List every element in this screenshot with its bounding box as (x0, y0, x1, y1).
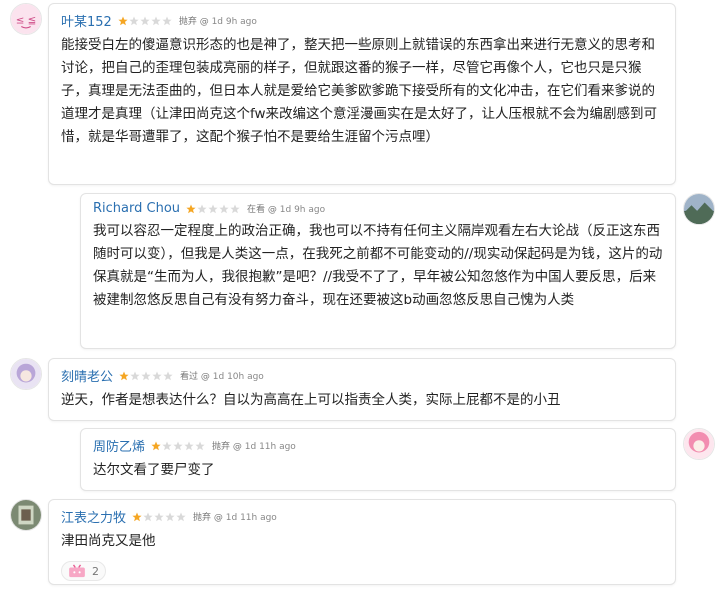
avatar[interactable] (683, 428, 715, 460)
reply-card: Richard Chou 在看 @ 1d 9h ago 我可以容忍一定程度上的政… (80, 193, 676, 349)
watch-status: 看过 (180, 372, 199, 382)
star-icon (154, 512, 164, 521)
username-link[interactable]: 刻晴老公 (61, 366, 113, 385)
avatar[interactable] (10, 358, 42, 390)
pink-face-avatar-icon: ≤ ≦ (11, 4, 41, 34)
timestamp: 1d 9h ago (211, 17, 257, 27)
watch-status: 抛弃 (212, 442, 231, 452)
star-icon (143, 512, 153, 521)
watch-status: 抛弃 (193, 513, 212, 523)
star-icon (151, 16, 161, 25)
star-icon (119, 371, 129, 380)
comment-text: 津田尚克又是他 (61, 533, 156, 549)
star-icon (208, 204, 218, 213)
reaction-count: 2 (92, 564, 99, 578)
star-icon (140, 16, 150, 25)
comment-text: 逆天，作者是想表达什么？自以为高高在上可以指责全人类，实际上屁都不是的小丑 (61, 392, 561, 408)
bilibili-tv-icon (69, 564, 85, 578)
comment-card: 江表之力牧 抛弃 @ 1d 11h ago 津田尚克又是他 2 (48, 499, 676, 585)
pink-hair-avatar-icon (684, 429, 714, 459)
star-icon (130, 371, 140, 380)
star-icon (162, 16, 172, 25)
avatar[interactable] (683, 193, 715, 225)
username-link[interactable]: Richard Chou (93, 201, 180, 216)
star-icon (219, 204, 229, 213)
star-icon (173, 441, 183, 450)
comment-text: 我可以容忍一定程度上的政治正确，我也可以不持有任何主义隔岸观看左右大论战（反正这… (93, 223, 663, 308)
star-icon (197, 204, 207, 213)
username-link[interactable]: 叶某152 (61, 11, 112, 30)
star-icon (165, 512, 175, 521)
timestamp: 1d 9h ago (279, 205, 326, 215)
star-icon (162, 441, 172, 450)
star-icon (152, 371, 162, 380)
star-icon (195, 441, 205, 450)
timestamp: 1d 11h ago (225, 513, 277, 523)
star-icon (163, 371, 173, 380)
star-icon (186, 204, 196, 213)
star-icon (184, 441, 194, 450)
rating-stars (186, 204, 241, 214)
watch-status: 抛弃 (178, 17, 197, 27)
timestamp: 1d 11h ago (244, 442, 296, 452)
avatar[interactable] (10, 499, 42, 531)
comment-text: 能接受白左的傻逼意识形态的也是神了，整天把一些原则上就错误的东西拿出来进行无意义… (61, 37, 658, 145)
comment-card: 刻晴老公 看过 @ 1d 10h ago 逆天，作者是想表达什么？自以为高高在上… (48, 358, 676, 421)
star-icon (129, 16, 139, 25)
reaction-button[interactable]: 2 (61, 561, 106, 581)
username-link[interactable]: 周防乙烯 (93, 436, 145, 455)
watch-status: 在看 (247, 205, 266, 215)
comment-text: 达尔文看了要尸变了 (93, 462, 215, 478)
rating-stars (118, 16, 173, 26)
rating-stars (151, 441, 206, 451)
rating-stars (119, 371, 174, 381)
rating-stars (132, 512, 187, 522)
username-link[interactable]: 江表之力牧 (61, 507, 126, 526)
anime-girl-avatar-icon (11, 359, 41, 389)
star-icon (230, 204, 240, 213)
reply-card: 周防乙烯 抛弃 @ 1d 11h ago 达尔文看了要尸变了 (80, 428, 676, 491)
avatar[interactable]: ≤ ≦ (10, 3, 42, 35)
star-icon (151, 441, 161, 450)
timestamp: 1d 10h ago (212, 372, 264, 382)
svg-text:≤ ≦: ≤ ≦ (16, 15, 37, 27)
star-icon (141, 371, 151, 380)
star-icon (176, 512, 186, 521)
photo-avatar-icon (11, 500, 41, 530)
comment-card: 叶某152 抛弃 @ 1d 9h ago 能接受白左的傻逼意识形态的也是神了，整… (48, 3, 676, 185)
comment-thread: ≤ ≦ 叶某152 抛弃 @ 1d 9h ago 能接受白左的傻逼意识形态的也是… (0, 0, 722, 591)
star-icon (132, 512, 142, 521)
star-icon (118, 16, 128, 25)
landscape-avatar-icon (684, 194, 714, 224)
